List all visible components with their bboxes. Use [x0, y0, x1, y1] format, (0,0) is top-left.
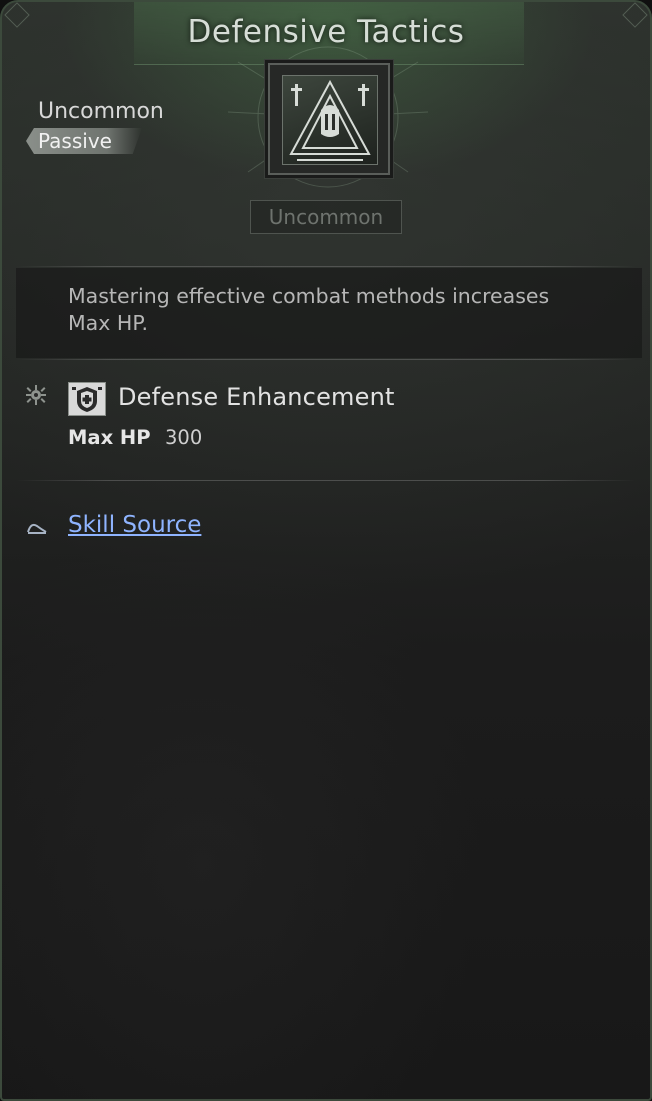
defense-enhancement-icon [68, 382, 106, 416]
skill-tooltip-panel: Defensive Tactics Uncommon Passive Uncom… [0, 0, 652, 1101]
rarity-label: Uncommon [38, 99, 164, 124]
effect-title: Defense Enhancement [118, 383, 395, 411]
gear-icon [26, 385, 46, 405]
stat-name: Max HP [68, 426, 151, 449]
skill-emblem-icon [282, 75, 378, 165]
divider-effect [16, 480, 636, 481]
skill-icon-frame [268, 63, 390, 175]
skill-source-link[interactable]: Skill Source [68, 512, 201, 538]
background-shade [2, 562, 650, 1099]
rarity-badge: Uncommon [250, 200, 402, 234]
skill-type-label: Passive [38, 129, 112, 153]
divider-description [16, 359, 636, 360]
divider-top [16, 266, 636, 267]
stat-value: 300 [165, 426, 203, 449]
source-icon [27, 523, 47, 534]
skill-description: Mastering effective combat methods incre… [68, 284, 550, 335]
